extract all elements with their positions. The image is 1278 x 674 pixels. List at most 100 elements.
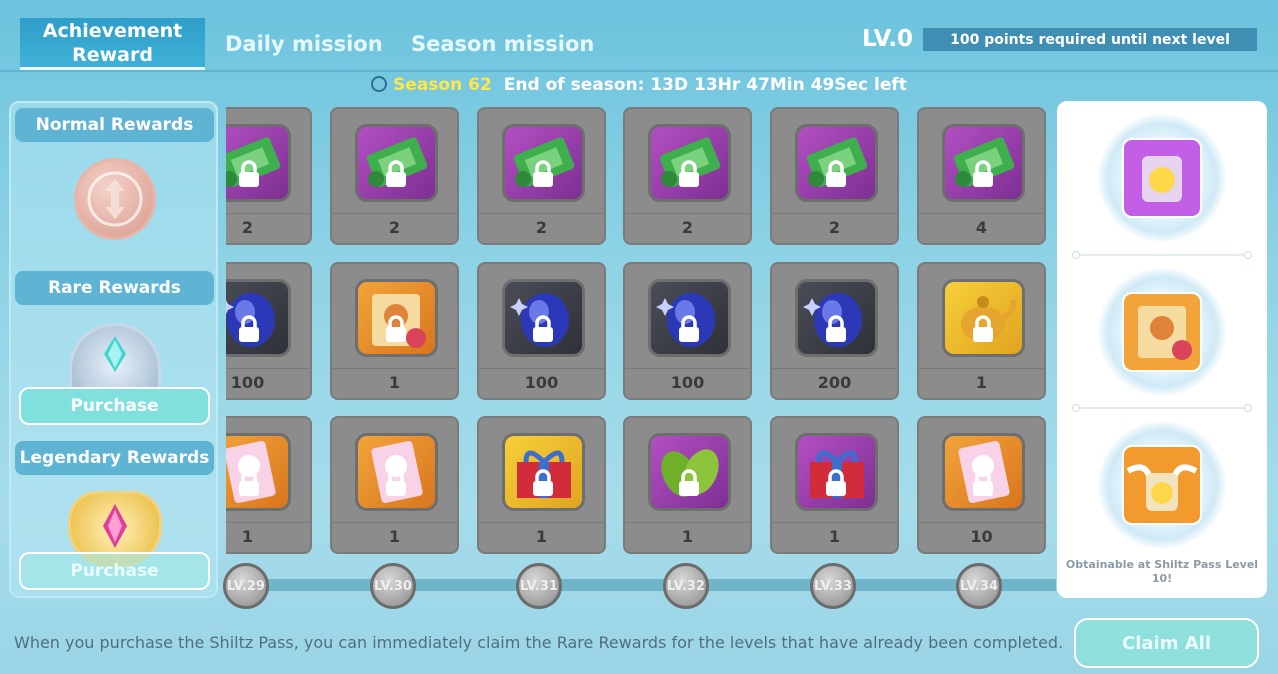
- reward-count: 1: [681, 527, 694, 546]
- tab-season-mission[interactable]: Season mission: [411, 32, 594, 56]
- reward-count: 1: [975, 373, 988, 392]
- lock-icon: [674, 314, 704, 344]
- lock-icon: [968, 159, 998, 189]
- preview-item[interactable]: [1098, 421, 1226, 549]
- tab-divider: [0, 70, 1278, 72]
- reward-cell[interactable]: 100: [623, 262, 752, 400]
- reward-count: 100: [230, 373, 265, 392]
- season-info: Season 62 End of season: 13D 13Hr 47Min 4…: [0, 75, 1278, 95]
- reward-count: 2: [388, 218, 401, 237]
- reward-count: 100: [670, 373, 705, 392]
- legendary-rewards-label: Legendary Rewards: [15, 441, 214, 475]
- claim-all-button[interactable]: Claim All: [1074, 618, 1259, 668]
- rare-rewards-label: Rare Rewards: [15, 271, 214, 305]
- cell-divider: [226, 213, 310, 214]
- tab-bar: Achievement Reward Daily mission Season …: [0, 0, 1278, 72]
- cell-divider: [625, 522, 750, 523]
- reward-cell[interactable]: 1: [477, 416, 606, 554]
- tab-achievement-reward-label: Achievement Reward: [42, 19, 183, 66]
- cell-divider: [226, 522, 310, 523]
- season-name: Season 62: [393, 75, 492, 95]
- reward-cell[interactable]: 1: [623, 416, 752, 554]
- rare-purchase-button[interactable]: Purchase: [19, 387, 210, 425]
- reward-cell[interactable]: 10: [917, 416, 1046, 554]
- tab-daily-mission[interactable]: Daily mission: [225, 32, 383, 56]
- bronze-medal-icon: [74, 158, 156, 240]
- level-track: [226, 579, 1056, 591]
- level-marker: LV.29: [223, 563, 269, 609]
- reward-cell[interactable]: 2: [226, 107, 312, 245]
- reward-count: 10: [970, 527, 993, 546]
- cell-divider: [226, 368, 310, 369]
- scroll-icon: [1122, 292, 1202, 372]
- purchase-note: When you purchase the Shiltz Pass, you c…: [14, 633, 1064, 652]
- winged-jar-icon: [1122, 445, 1202, 525]
- legendary-purchase-button[interactable]: Purchase: [19, 552, 210, 590]
- preview-divider: [1072, 251, 1252, 259]
- reward-count: 2: [241, 218, 254, 237]
- preview-item[interactable]: [1098, 268, 1226, 396]
- reward-count: 2: [535, 218, 548, 237]
- lock-icon: [381, 159, 411, 189]
- cell-divider: [332, 522, 457, 523]
- preview-divider: [1072, 404, 1252, 412]
- reward-count: 1: [828, 527, 841, 546]
- reward-cell[interactable]: 4: [917, 107, 1046, 245]
- reward-cell[interactable]: 1: [330, 262, 459, 400]
- reward-count: 1: [535, 527, 548, 546]
- reward-count: 100: [524, 373, 559, 392]
- preview-caption: Obtainable at Shiltz Pass Level 10!: [1065, 558, 1259, 585]
- lock-icon: [821, 468, 851, 498]
- reward-cell[interactable]: 100: [226, 262, 312, 400]
- lock-icon: [234, 314, 264, 344]
- reward-cell[interactable]: 1: [226, 416, 312, 554]
- lock-icon: [528, 468, 558, 498]
- cell-divider: [332, 368, 457, 369]
- lock-icon: [968, 314, 998, 344]
- normal-rewards-label: Normal Rewards: [15, 108, 214, 142]
- reward-cell[interactable]: 100: [477, 262, 606, 400]
- jar-icon: [1122, 138, 1202, 218]
- reward-cell[interactable]: 2: [770, 107, 899, 245]
- cell-divider: [625, 368, 750, 369]
- reward-cell[interactable]: 1: [917, 262, 1046, 400]
- tab-achievement-reward[interactable]: Achievement Reward: [20, 18, 205, 70]
- cell-divider: [332, 213, 457, 214]
- reward-count: 1: [388, 373, 401, 392]
- reward-cell[interactable]: 2: [477, 107, 606, 245]
- reward-cell[interactable]: 2: [330, 107, 459, 245]
- lock-icon: [381, 314, 411, 344]
- cell-divider: [772, 213, 897, 214]
- cell-divider: [625, 213, 750, 214]
- shiltz-pass-preview-panel: Obtainable at Shiltz Pass Level 10!: [1057, 101, 1267, 598]
- lock-icon: [234, 468, 264, 498]
- lock-icon: [968, 468, 998, 498]
- lock-icon: [674, 468, 704, 498]
- cell-divider: [479, 213, 604, 214]
- reward-cell[interactable]: 200: [770, 262, 899, 400]
- lock-icon: [528, 159, 558, 189]
- level-progress-bar: 100 points required until next level: [923, 28, 1257, 51]
- reward-tier-panel: Normal Rewards Rare Rewards Purchase Leg…: [9, 101, 218, 598]
- level-marker: LV.34: [956, 563, 1002, 609]
- level-marker: LV.31: [516, 563, 562, 609]
- level-marker: LV.32: [663, 563, 709, 609]
- reward-cell[interactable]: 1: [770, 416, 899, 554]
- preview-item[interactable]: [1098, 114, 1226, 242]
- reward-count: 1: [241, 527, 254, 546]
- level-marker: LV.30: [370, 563, 416, 609]
- cell-divider: [919, 213, 1044, 214]
- reward-cell[interactable]: 2: [623, 107, 752, 245]
- season-end-text: End of season: 13D 13Hr 47Min 49Sec left: [503, 75, 907, 95]
- lock-icon: [821, 314, 851, 344]
- cell-divider: [772, 522, 897, 523]
- clock-icon: [371, 76, 388, 92]
- reward-count: 200: [817, 373, 852, 392]
- level-marker: LV.33: [810, 563, 856, 609]
- cell-divider: [919, 522, 1044, 523]
- cell-divider: [919, 368, 1044, 369]
- cell-divider: [479, 368, 604, 369]
- lock-icon: [234, 159, 264, 189]
- silver-crest-icon: [69, 323, 161, 393]
- reward-cell[interactable]: 1: [330, 416, 459, 554]
